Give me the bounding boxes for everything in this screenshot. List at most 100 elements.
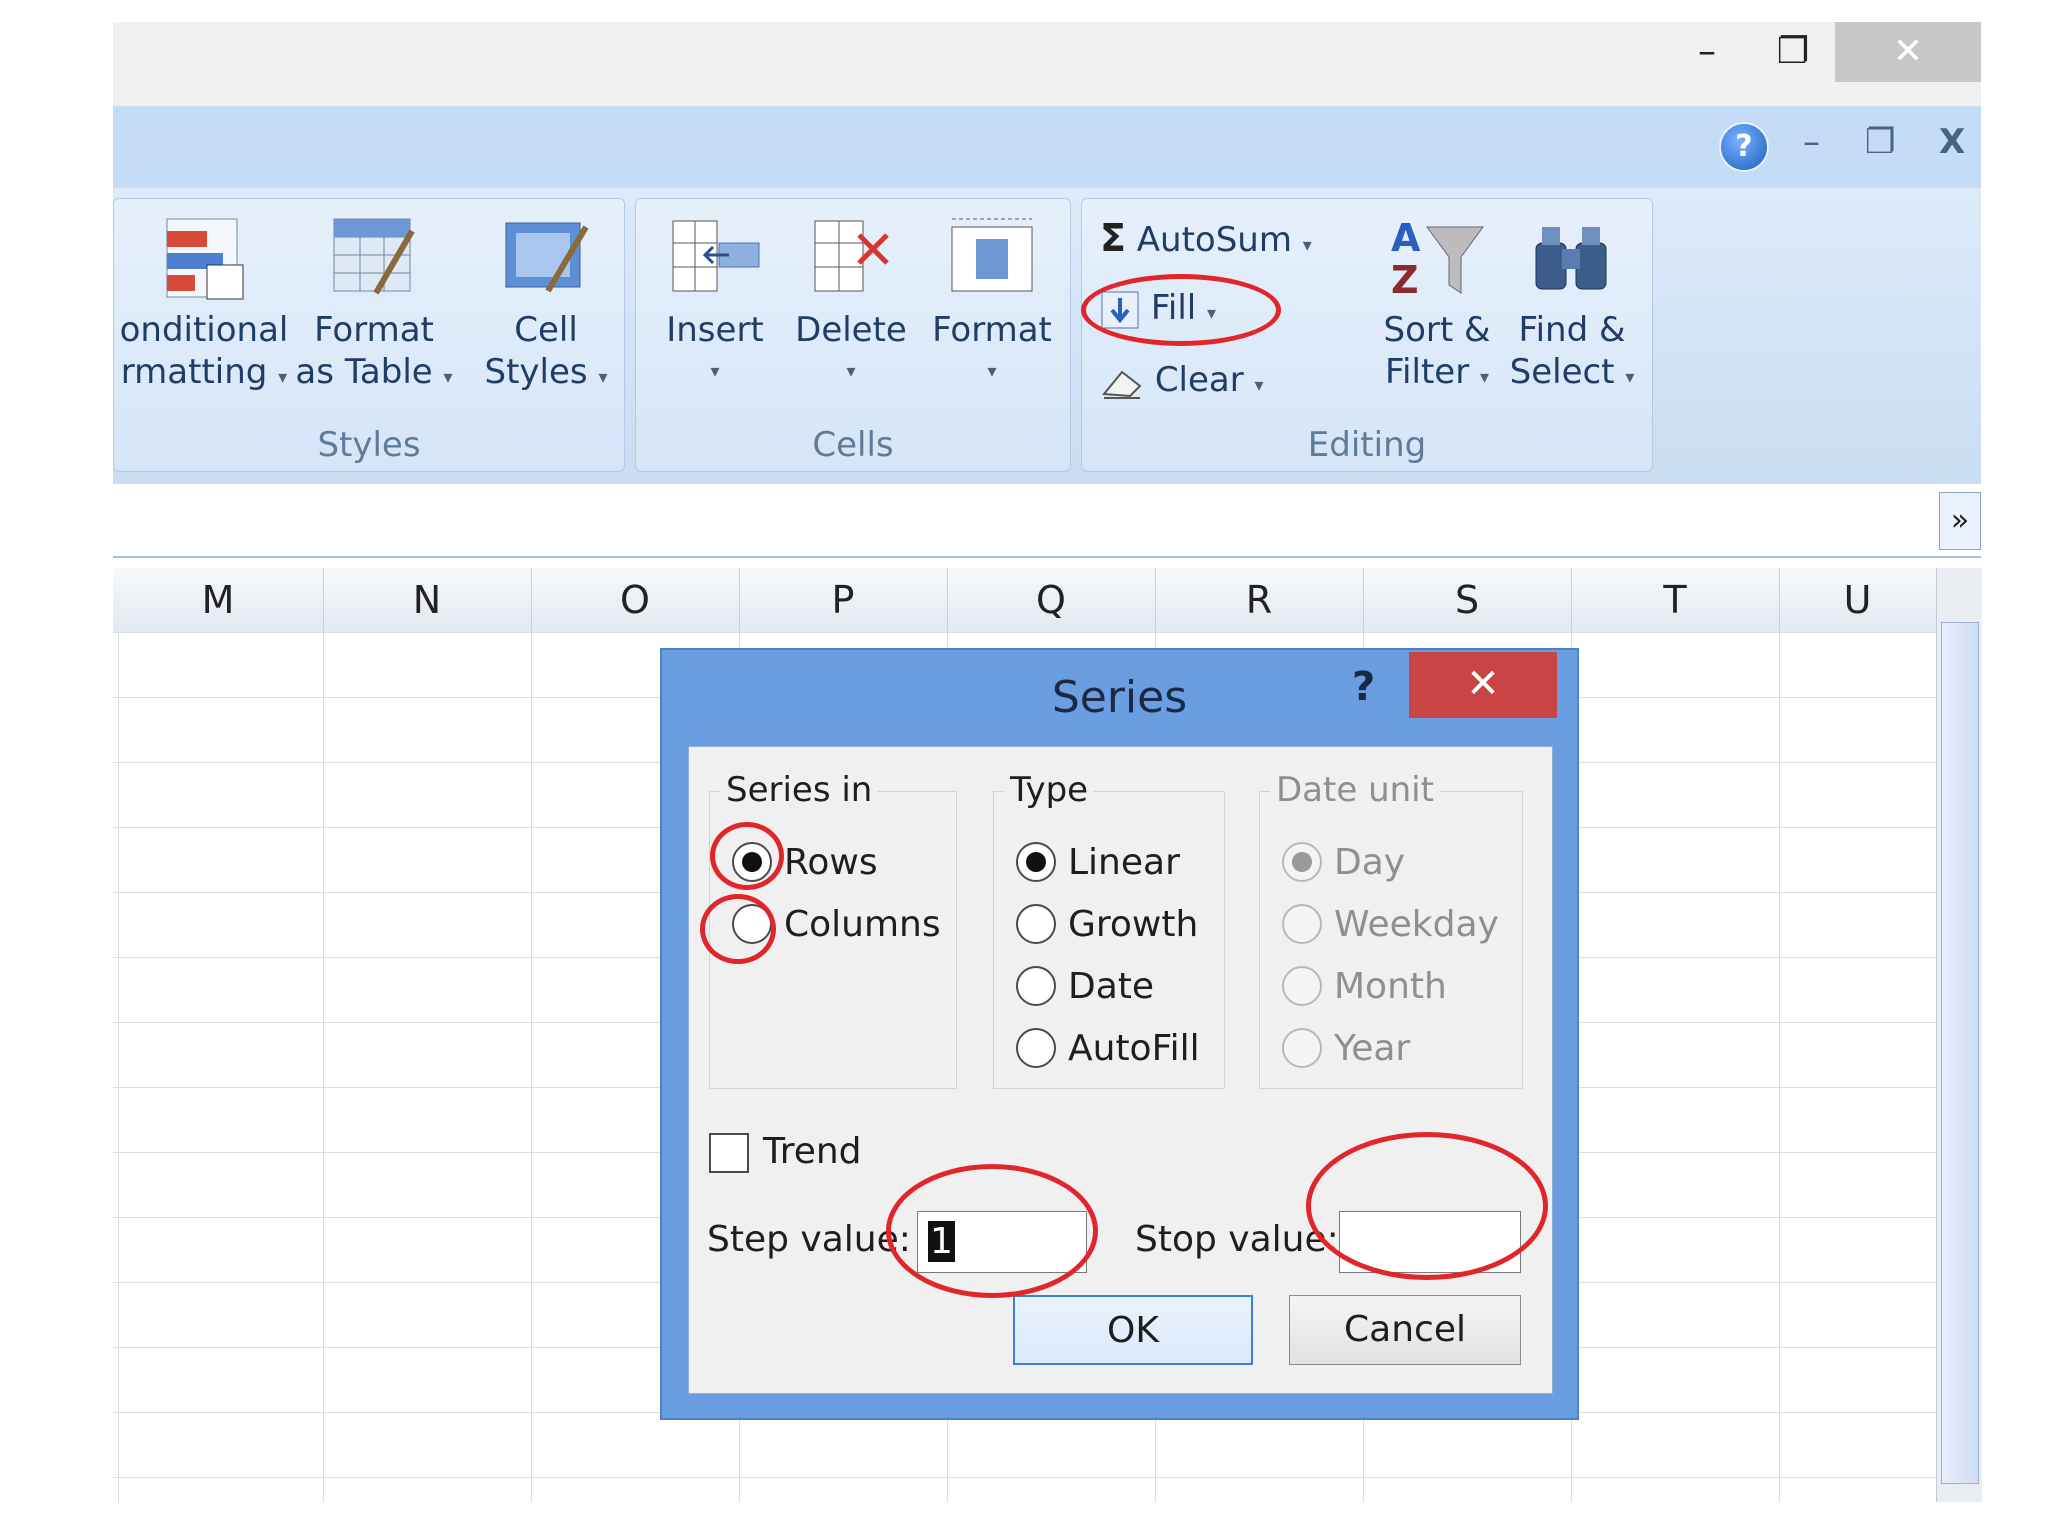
chevron-down-icon: ▾ bbox=[1479, 367, 1490, 388]
chevron-down-icon: ▾ bbox=[1254, 375, 1264, 396]
radio-rows[interactable]: Rows bbox=[732, 838, 878, 886]
editing-group: Σ AutoSum ▾ Fill ▾ Clear ▾ A Z Sort & Fi… bbox=[1081, 198, 1653, 472]
scrollbar-thumb[interactable] bbox=[1941, 622, 1979, 1484]
fill-button[interactable]: Fill ▾ bbox=[1100, 287, 1216, 335]
ok-button[interactable]: OK bbox=[1013, 1295, 1253, 1365]
radio-rows-label: Rows bbox=[784, 841, 878, 883]
column-header-r[interactable]: R bbox=[1155, 568, 1364, 632]
radio-autofill-indicator[interactable] bbox=[1016, 1028, 1056, 1068]
sigma-icon: Σ bbox=[1100, 216, 1126, 260]
step-value-label: Step value: bbox=[707, 1219, 911, 1260]
find-select-button[interactable]: Find & Select ▾ bbox=[1502, 213, 1642, 399]
radio-weekday: Weekday bbox=[1282, 900, 1499, 948]
format-as-table-icon bbox=[333, 218, 415, 295]
radio-columns-indicator[interactable] bbox=[732, 904, 772, 944]
format-cells-button[interactable]: Format ▾ bbox=[922, 213, 1062, 393]
column-header-n[interactable]: N bbox=[323, 568, 532, 632]
radio-growth-label: Growth bbox=[1068, 903, 1199, 945]
sort-filter-label-1: Sort & bbox=[1383, 310, 1491, 350]
clear-button[interactable]: Clear ▾ bbox=[1100, 359, 1264, 407]
stop-value-input[interactable] bbox=[1339, 1211, 1521, 1273]
dialog-close-button[interactable]: ✕ bbox=[1409, 652, 1557, 718]
cell-styles-button[interactable]: Cell Styles ▾ bbox=[476, 213, 616, 399]
dialog-help-button[interactable]: ? bbox=[1352, 664, 1375, 710]
radio-growth[interactable]: Growth bbox=[1016, 900, 1198, 948]
insert-cells-icon bbox=[672, 220, 760, 292]
series-in-group: Series in Rows Columns bbox=[709, 770, 957, 1089]
expand-formula-bar-button[interactable]: » bbox=[1939, 492, 1981, 550]
series-in-legend: Series in bbox=[720, 770, 879, 810]
window-minimize-button[interactable]: – bbox=[1663, 22, 1751, 82]
styles-group: onditional rmatting ▾ Format as Table ▾ … bbox=[113, 198, 625, 472]
type-group: Type Linear Growth Date AutoFill bbox=[993, 770, 1225, 1089]
stop-value-label: Stop value: bbox=[1135, 1219, 1339, 1260]
column-headers: M N O P Q R S T U bbox=[113, 568, 1937, 633]
trend-checkbox[interactable] bbox=[709, 1133, 749, 1173]
dialog-body: Series in Rows Columns Type Linear Growt… bbox=[688, 746, 1553, 1394]
styles-group-label: Styles bbox=[317, 425, 421, 465]
chevron-down-icon: ▾ bbox=[1625, 367, 1635, 388]
type-legend: Type bbox=[1004, 770, 1095, 810]
window-close-button[interactable]: ✕ bbox=[1835, 22, 1981, 82]
delete-cells-button[interactable]: Delete ▾ bbox=[786, 213, 916, 393]
radio-year-label: Year bbox=[1334, 1027, 1411, 1069]
radio-linear[interactable]: Linear bbox=[1016, 838, 1180, 886]
column-header-p[interactable]: P bbox=[739, 568, 948, 632]
column-header-q[interactable]: Q bbox=[947, 568, 1156, 632]
workbook-close-button[interactable]: X bbox=[1939, 122, 1965, 162]
column-header-m[interactable]: M bbox=[113, 568, 324, 632]
help-icon[interactable]: ? bbox=[1719, 122, 1769, 172]
series-dialog: Series ? ✕ Series in Rows Columns Type L… bbox=[660, 648, 1579, 1420]
cells-group-label: Cells bbox=[812, 425, 894, 465]
window-restore-button[interactable]: ❐ bbox=[1749, 22, 1837, 82]
autosum-button[interactable]: Σ AutoSum ▾ bbox=[1100, 217, 1312, 267]
chevron-down-icon: ▾ bbox=[598, 367, 608, 388]
conditional-formatting-button[interactable]: onditional rmatting ▾ bbox=[104, 213, 304, 399]
radio-day-indicator bbox=[1282, 842, 1322, 882]
vertical-scrollbar[interactable] bbox=[1936, 568, 1982, 1502]
chevron-down-icon: ▾ bbox=[710, 361, 720, 382]
format-as-table-button[interactable]: Format as Table ▾ bbox=[294, 213, 454, 399]
cell-styles-label-2: Styles bbox=[484, 352, 588, 392]
radio-year-indicator bbox=[1282, 1028, 1322, 1068]
radio-date-label: Date bbox=[1068, 965, 1155, 1007]
column-header-o[interactable]: O bbox=[531, 568, 740, 632]
conditional-formatting-icon bbox=[166, 218, 244, 300]
column-header-u[interactable]: U bbox=[1779, 568, 1937, 632]
radio-day: Day bbox=[1282, 838, 1405, 886]
radio-linear-indicator[interactable] bbox=[1016, 842, 1056, 882]
step-value-text: 1 bbox=[928, 1221, 955, 1262]
step-value-input[interactable]: 1 bbox=[917, 1211, 1087, 1273]
cancel-button[interactable]: Cancel bbox=[1289, 1295, 1521, 1365]
chevron-down-icon: ▾ bbox=[846, 361, 856, 382]
insert-cells-label: Insert bbox=[666, 310, 764, 350]
column-header-t[interactable]: T bbox=[1571, 568, 1780, 632]
excel-title-bar: – ❐ ✕ bbox=[113, 22, 1981, 106]
radio-growth-indicator[interactable] bbox=[1016, 904, 1056, 944]
sort-filter-button[interactable]: A Z Sort & Filter ▾ bbox=[1372, 213, 1502, 399]
radio-autofill[interactable]: AutoFill bbox=[1016, 1024, 1200, 1072]
editing-group-label: Editing bbox=[1307, 425, 1427, 465]
sort-filter-label-2: Filter bbox=[1384, 352, 1470, 392]
chevron-down-icon: ▾ bbox=[1207, 303, 1217, 324]
radio-columns[interactable]: Columns bbox=[732, 900, 941, 948]
svg-text:A: A bbox=[1391, 216, 1421, 260]
chevron-down-icon: ▾ bbox=[443, 367, 453, 388]
workbook-minimize-button[interactable]: – bbox=[1803, 122, 1820, 162]
radio-month-label: Month bbox=[1334, 965, 1447, 1007]
formula-bar: » bbox=[113, 484, 1981, 558]
radio-date-indicator[interactable] bbox=[1016, 966, 1056, 1006]
fill-label: Fill bbox=[1150, 288, 1197, 328]
conditional-formatting-label-1: onditional bbox=[119, 310, 289, 350]
radio-rows-indicator[interactable] bbox=[732, 842, 772, 882]
trend-label: Trend bbox=[763, 1131, 862, 1172]
workbook-restore-button[interactable]: ❐ bbox=[1865, 122, 1895, 162]
radio-columns-label: Columns bbox=[784, 903, 941, 945]
ribbon: onditional rmatting ▾ Format as Table ▾ … bbox=[113, 188, 1981, 487]
radio-linear-label: Linear bbox=[1068, 841, 1180, 883]
date-unit-group: Date unit Day Weekday Month Year bbox=[1259, 770, 1523, 1089]
column-header-s[interactable]: S bbox=[1363, 568, 1572, 632]
insert-cells-button[interactable]: Insert ▾ bbox=[650, 213, 780, 393]
format-cells-label: Format bbox=[932, 310, 1052, 350]
radio-date[interactable]: Date bbox=[1016, 962, 1154, 1010]
